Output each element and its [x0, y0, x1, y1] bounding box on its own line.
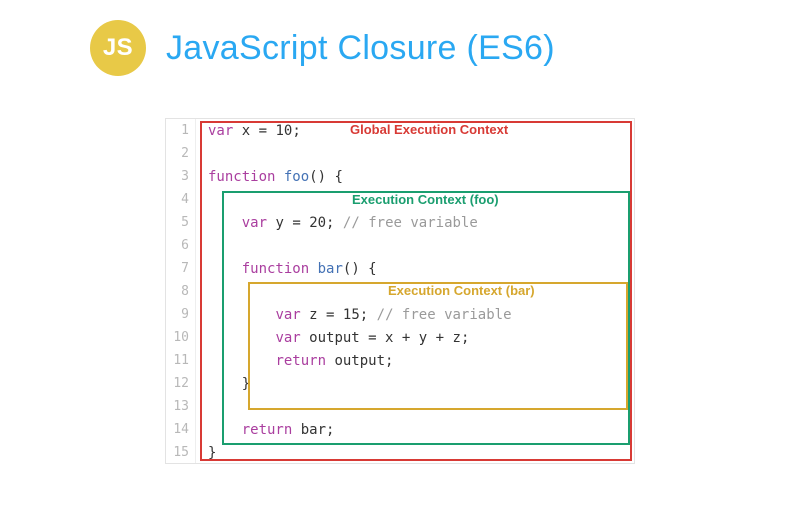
code-line: 14 return bar; — [166, 418, 634, 441]
token-punc: () { — [309, 169, 343, 185]
token-op: + — [436, 330, 444, 346]
token-id: output — [301, 330, 368, 346]
token-func: bar — [318, 261, 343, 277]
token-id: x — [233, 123, 258, 139]
code-line: 5 var y = 20; // free variable — [166, 211, 634, 234]
token-punc: ; — [326, 422, 334, 438]
token-kw: function — [208, 169, 275, 185]
token-id — [334, 215, 342, 231]
code-line: 2 — [166, 142, 634, 165]
token-id: output — [326, 353, 385, 369]
page-title: JavaScript Closure (ES6) — [166, 29, 555, 68]
token-num: 20 — [309, 215, 326, 231]
token-id — [368, 307, 376, 323]
token-op: = — [259, 123, 267, 139]
token-kw: var — [275, 330, 300, 346]
token-id — [275, 169, 283, 185]
token-num: 10 — [275, 123, 292, 139]
line-number: 11 — [166, 353, 196, 368]
code-body: 1var x = 10;23function foo() {45 var y =… — [166, 119, 634, 464]
line-number: 9 — [166, 307, 196, 322]
token-punc: ; — [461, 330, 469, 346]
token-id: bar — [292, 422, 326, 438]
code-line: 15} — [166, 441, 634, 464]
token-num: 15 — [343, 307, 360, 323]
token-op: = — [292, 215, 300, 231]
code-line: 9 var z = 15; // free variable — [166, 303, 634, 326]
token-kw: return — [242, 422, 293, 438]
header: JS JavaScript Closure (ES6) — [0, 0, 800, 76]
code-editor: 1var x = 10;23function foo() {45 var y =… — [165, 118, 635, 464]
token-op: = — [368, 330, 376, 346]
line-number: 8 — [166, 284, 196, 299]
token-id — [309, 261, 317, 277]
line-number: 12 — [166, 376, 196, 391]
code-content: return output; — [196, 353, 393, 369]
token-id — [208, 422, 242, 438]
token-id — [208, 353, 275, 369]
token-id: x — [377, 330, 402, 346]
line-number: 3 — [166, 169, 196, 184]
token-kw: return — [275, 353, 326, 369]
code-line: 1var x = 10; — [166, 119, 634, 142]
token-id — [208, 215, 242, 231]
token-kw: function — [242, 261, 309, 277]
code-line: 10 var output = x + y + z; — [166, 326, 634, 349]
code-line: 6 — [166, 234, 634, 257]
line-number: 10 — [166, 330, 196, 345]
code-content: } — [196, 445, 216, 461]
line-number: 6 — [166, 238, 196, 253]
line-number: 2 — [166, 146, 196, 161]
code-content: var output = x + y + z; — [196, 330, 469, 346]
js-badge-text: JS — [103, 34, 133, 62]
token-punc: ; — [292, 123, 300, 139]
token-punc: ; — [385, 353, 393, 369]
code-line: 13 — [166, 395, 634, 418]
code-line: 8 — [166, 280, 634, 303]
code-content: } — [196, 376, 250, 392]
code-line: 4 — [166, 188, 634, 211]
line-number: 5 — [166, 215, 196, 230]
line-number: 15 — [166, 445, 196, 460]
token-id: z — [444, 330, 461, 346]
code-content: var x = 10; — [196, 123, 301, 139]
line-number: 14 — [166, 422, 196, 437]
token-id — [334, 307, 342, 323]
token-func: foo — [284, 169, 309, 185]
token-kw: var — [275, 307, 300, 323]
line-number: 7 — [166, 261, 196, 276]
code-content: return bar; — [196, 422, 334, 438]
line-number: 13 — [166, 399, 196, 414]
token-punc: } — [208, 445, 216, 461]
code-line: 12 } — [166, 372, 634, 395]
token-cmt: // free variable — [377, 307, 512, 323]
token-kw: var — [208, 123, 233, 139]
token-id — [208, 376, 242, 392]
line-number: 1 — [166, 123, 196, 138]
code-content: function bar() { — [196, 261, 377, 277]
token-cmt: // free variable — [343, 215, 478, 231]
token-id — [301, 215, 309, 231]
code-line: 11 return output; — [166, 349, 634, 372]
token-id: z — [301, 307, 326, 323]
code-content: function foo() { — [196, 169, 343, 185]
token-id — [208, 261, 242, 277]
code-content: var z = 15; // free variable — [196, 307, 512, 323]
token-id: y — [410, 330, 435, 346]
js-badge-icon: JS — [90, 20, 146, 76]
token-kw: var — [242, 215, 267, 231]
token-id — [208, 330, 275, 346]
token-punc: } — [242, 376, 250, 392]
token-punc: () { — [343, 261, 377, 277]
line-number: 4 — [166, 192, 196, 207]
token-id — [208, 307, 275, 323]
code-content: var y = 20; // free variable — [196, 215, 478, 231]
code-line: 7 function bar() { — [166, 257, 634, 280]
token-id: y — [267, 215, 292, 231]
token-punc: ; — [360, 307, 368, 323]
code-line: 3function foo() { — [166, 165, 634, 188]
